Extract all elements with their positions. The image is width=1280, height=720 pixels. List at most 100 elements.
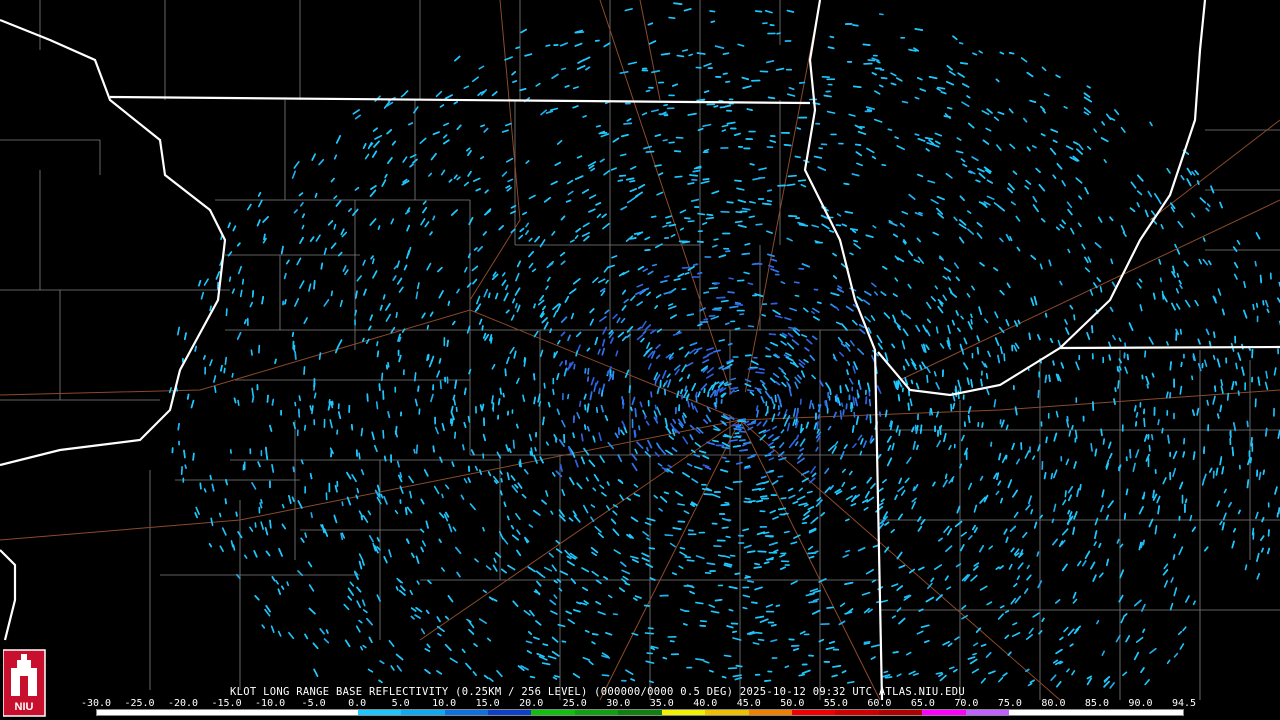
echo-mark <box>395 311 398 319</box>
echo-mark <box>432 215 436 221</box>
echo-mark <box>547 401 551 408</box>
echo-mark <box>1038 184 1046 192</box>
echo-mark <box>378 383 381 392</box>
echo-mark <box>904 313 912 320</box>
echo-mark <box>1237 390 1240 396</box>
echo-mark <box>223 367 226 374</box>
echo-mark <box>998 676 1004 683</box>
echo-mark <box>852 24 859 27</box>
echo-mark <box>450 209 458 216</box>
echo-mark <box>629 188 638 193</box>
echo-mark <box>1158 258 1162 265</box>
echo-mark <box>526 650 532 654</box>
echo-mark <box>1264 381 1269 391</box>
echo-mark <box>796 374 802 380</box>
echo-mark <box>788 494 796 499</box>
echo-mark <box>935 671 943 675</box>
echo-mark <box>308 607 316 615</box>
echo-mark <box>569 477 575 486</box>
echo-mark <box>773 549 779 553</box>
echo-mark <box>765 603 774 608</box>
echo-mark <box>1216 358 1221 368</box>
echo-mark <box>802 307 809 313</box>
echo-mark <box>1040 105 1045 111</box>
echo-mark <box>799 447 805 452</box>
echo-mark <box>657 462 663 467</box>
echo-mark <box>1151 433 1154 441</box>
echo-mark <box>999 51 1005 55</box>
echo-mark <box>416 580 420 585</box>
echo-mark <box>935 381 940 390</box>
echo-mark <box>880 77 888 80</box>
echo-mark <box>598 132 608 135</box>
echo-mark <box>700 383 708 391</box>
echo-mark <box>425 520 429 529</box>
echo-mark <box>535 570 544 577</box>
echo-mark <box>1084 187 1089 195</box>
echo-mark <box>1007 182 1015 191</box>
echo-mark <box>525 640 533 644</box>
echo-mark <box>1148 444 1151 452</box>
colorbar-label: 25.0 <box>562 698 587 709</box>
echo-mark <box>1180 175 1185 181</box>
echo-mark <box>886 457 893 467</box>
echo-mark <box>917 516 922 522</box>
echo-mark <box>1041 617 1045 623</box>
echo-mark <box>621 304 627 311</box>
echo-mark <box>407 122 414 126</box>
echo-mark <box>824 467 830 474</box>
echo-mark <box>762 419 768 427</box>
echo-mark <box>589 318 595 326</box>
echo-mark <box>979 262 985 267</box>
echo-mark <box>1216 500 1220 507</box>
echo-mark <box>233 397 237 404</box>
colorbar-label: 80.0 <box>1041 698 1066 709</box>
echo-mark <box>646 341 651 350</box>
echo-mark <box>1081 243 1086 250</box>
echo-mark <box>257 199 263 208</box>
echo-mark <box>722 555 731 559</box>
echo-mark <box>656 442 661 449</box>
echo-mark <box>580 456 586 465</box>
echo-mark <box>603 266 609 273</box>
echo-mark <box>654 164 662 167</box>
echo-mark <box>749 163 755 166</box>
echo-mark <box>572 672 581 679</box>
echo-mark <box>1005 319 1010 327</box>
echo-mark <box>945 81 955 86</box>
echo-mark <box>1144 350 1147 358</box>
echo-mark <box>387 361 390 368</box>
echo-mark <box>755 371 765 374</box>
echo-mark <box>979 585 988 591</box>
echo-mark <box>673 2 683 5</box>
echo-mark <box>466 618 472 623</box>
echo-mark <box>1228 501 1232 508</box>
echo-mark <box>641 552 650 558</box>
echo-mark <box>511 71 517 76</box>
echo-mark <box>427 579 432 585</box>
echo-mark <box>810 465 817 474</box>
echo-mark <box>423 469 429 477</box>
echo-mark <box>1065 145 1074 150</box>
echo-mark <box>437 266 443 273</box>
colorbar-segment <box>835 710 879 715</box>
echo-mark <box>702 354 710 359</box>
echo-mark <box>261 624 266 629</box>
echo-mark <box>1076 148 1083 155</box>
echo-mark <box>515 272 520 282</box>
echo-mark <box>224 356 227 366</box>
echo-mark <box>966 210 972 214</box>
echo-mark <box>413 106 419 114</box>
echo-mark <box>737 480 743 483</box>
echo-mark <box>734 303 744 307</box>
echo-mark <box>274 358 277 364</box>
echo-mark <box>787 487 794 492</box>
echo-mark <box>333 154 338 160</box>
echo-mark <box>674 368 680 376</box>
echo-mark <box>1208 260 1212 266</box>
echo-mark <box>230 540 234 548</box>
echo-mark <box>307 561 313 568</box>
echo-mark <box>855 415 859 426</box>
echo-mark <box>891 343 896 349</box>
echo-mark <box>1101 650 1105 657</box>
